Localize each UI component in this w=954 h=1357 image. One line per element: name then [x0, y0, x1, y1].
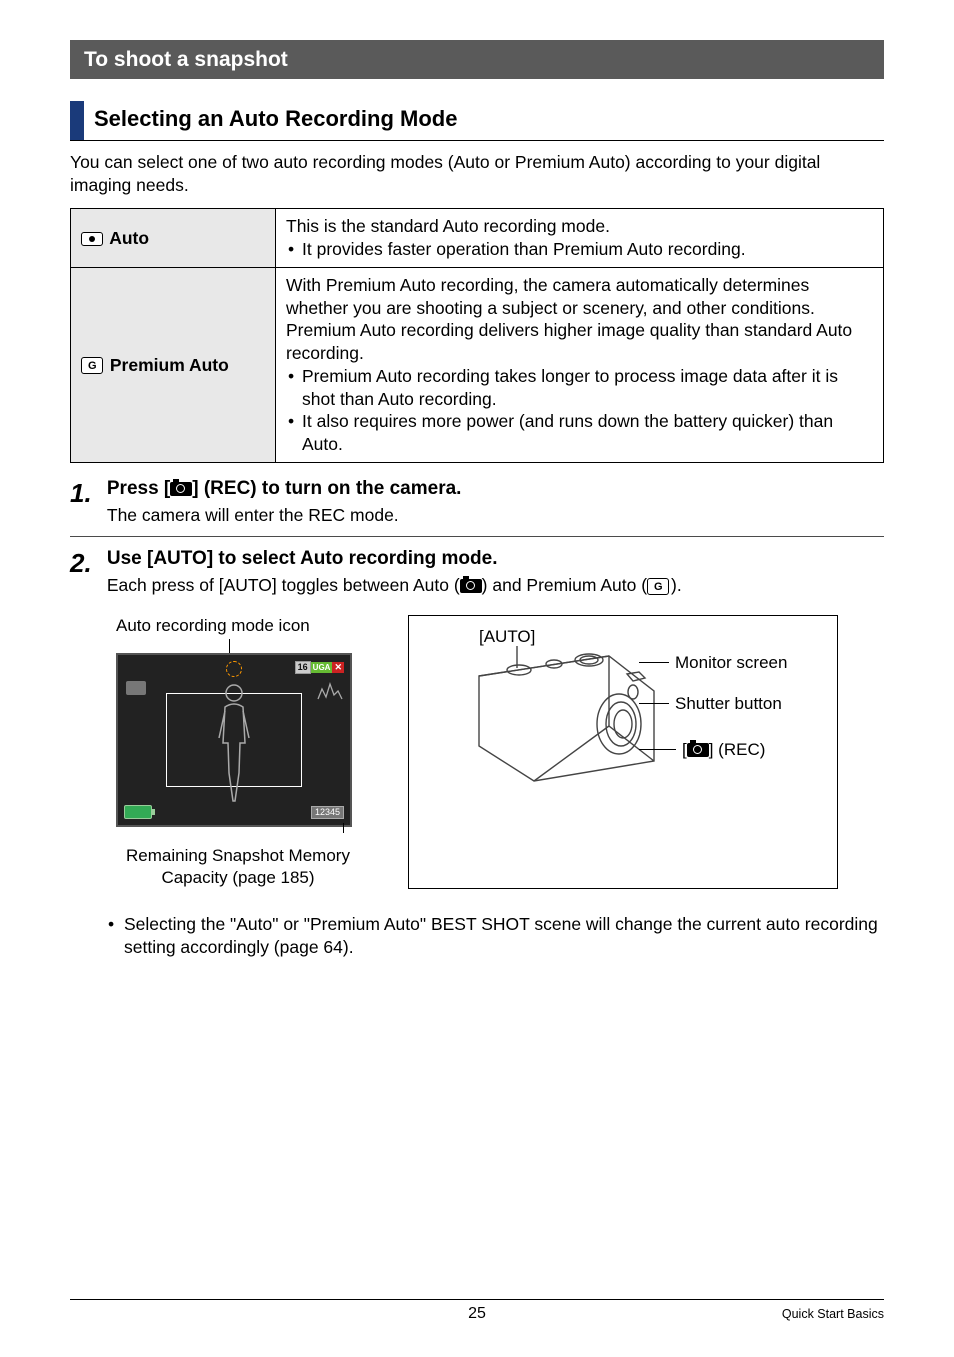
premium-auto-icon: [81, 357, 103, 374]
monitor-label: Monitor screen: [639, 652, 787, 674]
auto-mode-label: Auto: [105, 228, 149, 248]
histogram-icon: [316, 681, 344, 701]
step-1-title-pre: Press [: [107, 478, 170, 499]
leader-line: [639, 703, 669, 704]
lcd-screen: 16UGA✕ 12345: [116, 653, 352, 827]
step-2-desc-post: ).: [671, 575, 682, 595]
subsection-heading: Selecting an Auto Recording Mode: [70, 101, 884, 141]
rec-text: [] (REC): [682, 739, 765, 761]
iso-icon: [126, 681, 146, 695]
rec-post: ] (REC): [709, 740, 766, 759]
shots-remaining: 12345: [311, 806, 344, 819]
diagrams: Auto recording mode icon 16UGA✕ 123: [108, 615, 884, 889]
camera-diagram: [AUTO]: [408, 615, 838, 889]
auto-mode-desc: This is the standard Auto recording mode…: [286, 215, 873, 238]
auto-mode-cell: This is the standard Auto recording mode…: [276, 209, 884, 268]
lcd-diagram: Auto recording mode icon 16UGA✕ 123: [108, 615, 368, 889]
footer-rule: [70, 1299, 884, 1300]
step-2-desc: Each press of [AUTO] toggles between Aut…: [107, 574, 883, 597]
shutter-text: Shutter button: [675, 693, 782, 715]
subsection-label: Selecting an Auto Recording Mode: [84, 101, 457, 140]
premium-auto-bullet-2: It also requires more power (and runs do…: [286, 410, 873, 456]
auto-mode-header: Auto: [71, 209, 276, 268]
premium-inline-icon: [647, 578, 669, 595]
step-1-title: Press [ ] (REC) to turn on the camera.: [107, 478, 462, 499]
pointer-line-top: [116, 639, 368, 653]
step-1: 1. Press [ ] (REC) to turn on the camera.…: [70, 477, 884, 526]
subsection-bar: [70, 101, 84, 140]
step-1-number: 1.: [70, 477, 102, 511]
auto-inline-icon: [460, 579, 482, 593]
badge-uga: UGA: [311, 662, 333, 673]
shutter-label: Shutter button: [639, 693, 782, 715]
chapter-name: Quick Start Basics: [782, 1306, 884, 1322]
page-number: 25: [468, 1304, 486, 1325]
subject-figure: [215, 683, 253, 803]
step-divider: [70, 536, 884, 537]
leader-line: [639, 662, 669, 663]
note-text: Selecting the "Auto" or "Premium Auto" B…: [108, 913, 884, 959]
monitor-text: Monitor screen: [675, 652, 787, 674]
pointer-line-bottom: [116, 827, 368, 837]
step-2: 2. Use [AUTO] to select Auto recording m…: [70, 547, 884, 596]
step-1-desc: The camera will enter the REC mode.: [107, 504, 883, 527]
step-1-title-post: ] (REC) to turn on the camera.: [192, 478, 461, 499]
camera-illustration: [459, 646, 669, 786]
section-title: To shoot a snapshot: [70, 40, 884, 79]
lcd-caption-bottom: Remaining Snapshot Memory Capacity (page…: [108, 845, 368, 889]
steps: 1. Press [ ] (REC) to turn on the camera.…: [70, 477, 884, 597]
leader-line: [639, 749, 676, 750]
auto-modes-table: Auto This is the standard Auto recording…: [70, 208, 884, 463]
premium-auto-bullet-1: Premium Auto recording takes longer to p…: [286, 365, 873, 411]
auto-callout: [AUTO]: [479, 626, 535, 648]
premium-auto-header: Premium Auto: [71, 267, 276, 462]
step-2-number: 2.: [70, 547, 102, 581]
premium-auto-cell: With Premium Auto recording, the camera …: [276, 267, 884, 462]
step-2-desc-mid: ) and Premium Auto (: [482, 575, 647, 595]
auto-mode-icon: [81, 232, 103, 246]
badge-close: ✕: [332, 662, 344, 673]
badge-size: 16: [295, 661, 311, 674]
caption-line-2: Capacity (page 185): [108, 867, 368, 889]
rec-camera-icon: [170, 482, 192, 496]
lcd-caption-top: Auto recording mode icon: [116, 615, 368, 637]
rec-label: [] (REC): [639, 739, 765, 761]
step-2-title: Use [AUTO] to select Auto recording mode…: [107, 547, 883, 572]
premium-auto-desc: With Premium Auto recording, the camera …: [286, 274, 873, 365]
battery-icon: [124, 805, 152, 819]
step-2-desc-pre: Each press of [AUTO] toggles between Aut…: [107, 575, 460, 595]
caption-line-1: Remaining Snapshot Memory: [108, 845, 368, 867]
rec-camera-icon: [687, 743, 709, 757]
mode-indicator: [226, 661, 242, 677]
page-footer: 25 Quick Start Basics: [70, 1299, 884, 1325]
auto-mode-bullet: It provides faster operation than Premiu…: [286, 238, 873, 261]
intro-text: You can select one of two auto recording…: [70, 151, 884, 197]
premium-auto-label: Premium Auto: [105, 355, 229, 375]
top-right-badges: 16UGA✕: [295, 661, 344, 674]
focus-frame: [166, 693, 302, 787]
